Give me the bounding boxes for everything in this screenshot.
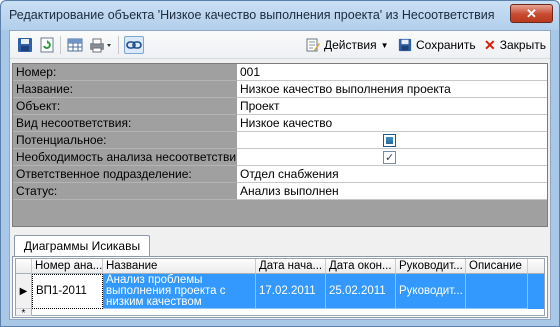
actions-label: Действия: [324, 38, 377, 52]
column-header[interactable]: Дата нача...: [256, 259, 326, 274]
property-label: Ответственное подразделение:: [13, 166, 236, 183]
property-row-number: Номер: 001: [13, 64, 547, 81]
save-disk-icon[interactable]: [16, 36, 34, 54]
close-x-icon: ✕: [484, 36, 496, 53]
save-icon: [398, 38, 412, 52]
current-row-indicator[interactable]: ▶: [16, 274, 32, 309]
column-header[interactable]: Руководит...: [396, 259, 466, 274]
toolbar: Действия ▼ Сохранить ✕ Закрыть: [10, 31, 550, 59]
object-field[interactable]: Проект: [237, 98, 547, 115]
number-field[interactable]: 001: [237, 64, 547, 81]
property-row-department: Ответственное подразделение: Отдел снабж…: [13, 166, 547, 183]
property-label: Потенциальное:: [13, 132, 236, 149]
property-label: Вид несоответствия:: [13, 115, 236, 132]
property-label: Название:: [13, 81, 236, 98]
property-row-status: Статус: Анализ выполнен: [13, 183, 547, 200]
chevron-down-icon: ▼: [380, 40, 389, 50]
actions-menu-button[interactable]: Действия ▼: [306, 36, 389, 54]
window-title: Редактирование объекта 'Низкое качество …: [9, 8, 495, 22]
window-close-button[interactable]: ✕: [510, 4, 553, 23]
property-row-name: Название: Низкое качество выполнения про…: [13, 81, 547, 98]
tab-strip: Диаграммы Исикавы: [14, 235, 548, 257]
name-field[interactable]: Низкое качество выполнения проекта: [237, 81, 547, 98]
property-grid: Номер: 001 Название: Низкое качество вып…: [12, 63, 548, 227]
column-header[interactable]: Дата окон...: [326, 259, 396, 274]
grid-header: Номер ана... Название Дата нача... Дата …: [16, 259, 544, 274]
table-cell[interactable]: Руководит...: [396, 274, 466, 309]
toolbar-separator: [118, 36, 119, 54]
table-cell[interactable]: 17.02.2011: [256, 274, 326, 309]
property-label: Номер:: [13, 64, 236, 81]
save-button[interactable]: Сохранить: [398, 36, 476, 54]
editor-window: Редактирование объекта 'Низкое качество …: [0, 0, 560, 327]
grid-view-icon[interactable]: [66, 36, 84, 54]
refresh-icon[interactable]: [38, 36, 56, 54]
link-icon[interactable]: [124, 36, 144, 54]
column-header[interactable]: Название: [103, 259, 256, 274]
toolbar-separator: [60, 36, 61, 54]
close-icon: ✕: [526, 5, 537, 21]
close-label: Закрыть: [499, 38, 546, 52]
save-label: Сохранить: [416, 38, 476, 52]
table-cell[interactable]: 25.02.2011: [326, 274, 396, 309]
status-field[interactable]: Анализ выполнен: [237, 183, 547, 200]
table-cell[interactable]: Анализ проблемы выполнения проекта с низ…: [103, 274, 256, 309]
table-cell[interactable]: ВП1-2011: [32, 274, 103, 309]
property-label: Необходимость анализа несоответствия:: [13, 149, 236, 166]
potential-checkbox[interactable]: [383, 134, 396, 147]
table-cell[interactable]: [466, 274, 528, 309]
new-row[interactable]: *: [16, 309, 544, 319]
column-header[interactable]: Номер ана...: [32, 259, 103, 274]
column-header[interactable]: Описание: [466, 259, 528, 274]
property-label: Статус:: [13, 183, 236, 200]
table-row[interactable]: ▶ ВП1-2011 Анализ проблемы выполнения пр…: [16, 274, 544, 309]
property-row-type: Вид несоответствия: Низкое качество: [13, 115, 547, 132]
nonconformity-type-field[interactable]: Низкое качество: [237, 115, 547, 132]
new-row-indicator: *: [16, 309, 32, 319]
analysis-needed-field: ✓: [237, 149, 547, 166]
print-icon[interactable]: [88, 36, 114, 54]
title-bar[interactable]: Редактирование объекта 'Низкое качество …: [1, 1, 559, 30]
tab-ishikawa-diagrams[interactable]: Диаграммы Исикавы: [14, 235, 150, 257]
property-label: Объект:: [13, 98, 236, 115]
close-button[interactable]: ✕ Закрыть: [484, 36, 546, 54]
property-row-object: Объект: Проект: [13, 98, 547, 115]
department-field[interactable]: Отдел снабжения: [237, 166, 547, 183]
check-icon: ✓: [385, 152, 395, 164]
analysis-needed-checkbox[interactable]: ✓: [383, 151, 396, 164]
property-grid-empty-area: [13, 200, 547, 226]
tab-content: Номер ана... Название Дата нача... Дата …: [12, 256, 548, 319]
row-header-corner: [16, 259, 32, 274]
ishikawa-data-grid: Номер ана... Название Дата нача... Дата …: [15, 258, 545, 319]
actions-icon: [306, 38, 320, 52]
property-row-analysis-needed: Необходимость анализа несоответствия: ✓: [13, 149, 547, 166]
client-area: Действия ▼ Сохранить ✕ Закрыть Номер: 00…: [9, 30, 551, 320]
property-row-potential: Потенциальное:: [13, 132, 547, 149]
potential-field: [237, 132, 547, 149]
